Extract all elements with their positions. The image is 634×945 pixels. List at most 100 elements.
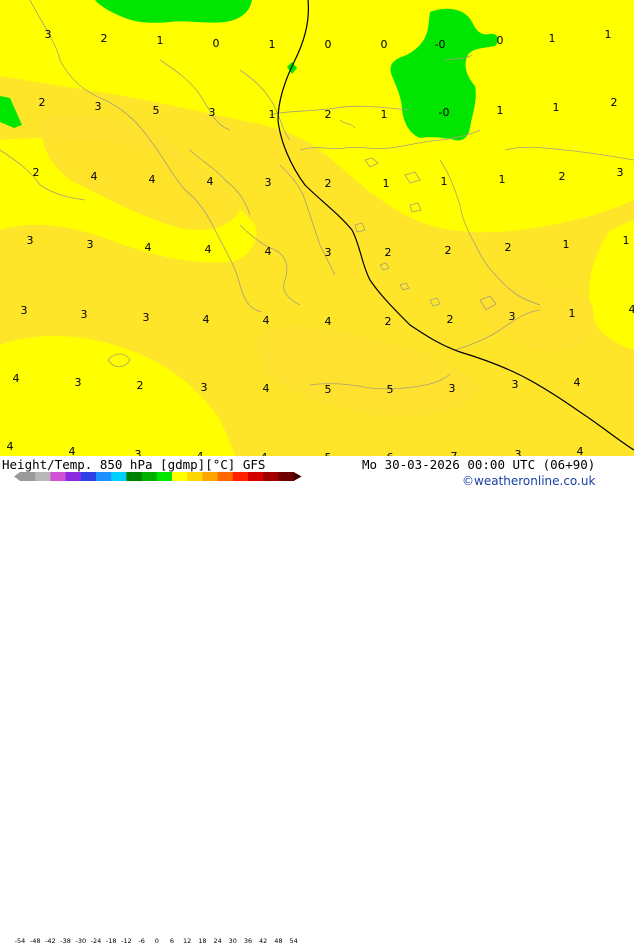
contour-value-label: 3	[81, 308, 88, 321]
contour-value-label: 3	[209, 106, 216, 119]
contour-value-label: 3	[21, 304, 28, 317]
contour-value-label: 3	[325, 246, 332, 259]
colorbar-swatch	[157, 472, 173, 481]
contour-value-label: 5	[325, 383, 332, 396]
colorbar-swatch	[233, 472, 249, 481]
contour-value-label: 2	[385, 246, 392, 259]
colorbar-swatch	[263, 472, 279, 481]
map-footer: Height/Temp. 850 hPa [gdmp][°C] GFS Mo 3…	[0, 456, 634, 490]
colorbar-tick-label: -38	[60, 937, 71, 945]
colorbar-tick-label: -6	[138, 937, 144, 945]
colorbar-swatch	[126, 472, 142, 481]
contour-value-label: 0	[213, 37, 220, 50]
temperature-map: 3 2 1 0 1 0 0 -0 0 1 1 2 3 5 3 1 2 1 -0 1 1 2 2 4 4 4 3 2 1 1 1 2 3 3 3 4 4 4…	[0, 0, 634, 456]
colorbar-tick-label: 18	[198, 937, 206, 945]
contour-value-label: 3	[143, 311, 150, 324]
colorbar-tick-label: 54	[289, 937, 297, 945]
contour-value-label: 4	[13, 372, 20, 385]
colorbar-swatch	[20, 472, 36, 481]
colorbar-swatch	[111, 472, 127, 481]
contour-value-label: -0	[439, 106, 450, 119]
contour-value-label: 4	[149, 173, 156, 186]
colorbar-swatch	[187, 472, 203, 481]
contour-value-label: 1	[269, 108, 276, 121]
contour-value-label: 3	[509, 310, 516, 323]
contour-value-label: 4	[263, 382, 270, 395]
contour-value-label: 4	[91, 170, 98, 183]
colorbar-tick-label: 48	[274, 937, 282, 945]
colorbar-tick-label: 24	[213, 937, 221, 945]
contour-value-label: 4	[205, 243, 212, 256]
colorbar-tick-label: 12	[183, 937, 191, 945]
contour-value-label: 1	[269, 38, 276, 51]
contour-value-label: 1	[497, 104, 504, 117]
contour-value-label: 4	[325, 315, 332, 328]
contour-value-label: 2	[447, 313, 454, 326]
colorbar	[14, 470, 314, 484]
contour-value-label: 0	[381, 38, 388, 51]
contour-value-label: 1	[157, 34, 164, 47]
contour-value-label: 1	[605, 28, 612, 41]
contour-value-label: 1	[441, 175, 448, 188]
contour-value-label: 3	[617, 166, 624, 179]
colorbar-swatch	[142, 472, 158, 481]
contour-value-label: 3	[449, 382, 456, 395]
contour-value-label: 4	[7, 440, 14, 453]
contour-value-label: 1	[553, 101, 560, 114]
contour-value-label: 4	[145, 241, 152, 254]
colorbar-tick-label: 6	[170, 937, 174, 945]
colorbar-tick-label: -54	[15, 937, 26, 945]
contour-value-label: 3	[45, 28, 52, 41]
contour-value-label: 2	[101, 32, 108, 45]
colorbar-swatch	[66, 472, 82, 481]
colorbar-swatch	[172, 472, 188, 481]
contour-value-label: 3	[515, 448, 522, 456]
contour-value-label: 1	[623, 234, 630, 247]
contour-value-label: 2	[505, 241, 512, 254]
valid-time: Mo 30-03-2026 00:00 UTC (06+90)	[362, 458, 595, 472]
colorbar-tick-label: -24	[91, 937, 102, 945]
contour-value-label: 3	[87, 238, 94, 251]
colorbar-tick-label: -48	[30, 937, 41, 945]
colorbar-tick-label: -12	[121, 937, 132, 945]
contour-value-label: 4	[629, 303, 634, 316]
contour-value-label: 3	[201, 381, 208, 394]
contour-value-label: 4	[574, 376, 581, 389]
credit-link[interactable]: ©weatheronline.co.uk	[462, 474, 595, 488]
colorbar-swatch	[248, 472, 264, 481]
contour-value-label: 1	[569, 307, 576, 320]
colorbar-ticks: -54-48-42-38-30-24-18-12-606121824303642…	[20, 937, 310, 945]
colorbar-tick-label: 36	[244, 937, 252, 945]
colorbar-tick-label: 30	[229, 937, 237, 945]
contour-value-label: 2	[137, 379, 144, 392]
colorbar-swatch	[50, 472, 66, 481]
colorbar-tick-label: -18	[106, 937, 117, 945]
contour-value-label: 4	[577, 445, 584, 456]
contour-value-label: 2	[611, 96, 618, 109]
contour-value-label: 3	[265, 176, 272, 189]
contour-value-label: 4	[69, 445, 76, 456]
colorbar-tick-label: -30	[75, 937, 86, 945]
contour-value-label: 2	[445, 244, 452, 257]
contour-value-label: 2	[39, 96, 46, 109]
contour-value-label: 3	[75, 376, 82, 389]
contour-value-label: 0	[325, 38, 332, 51]
colorbar-arrow-right	[294, 472, 302, 481]
contour-value-label: 1	[383, 177, 390, 190]
colorbar-swatch	[278, 472, 294, 481]
contour-value-label: 3	[512, 378, 519, 391]
contour-value-label: 2	[325, 177, 332, 190]
contour-value-label: 2	[559, 170, 566, 183]
contour-value-label: 4	[207, 175, 214, 188]
contour-value-label: 1	[563, 238, 570, 251]
contour-value-label: 3	[95, 100, 102, 113]
contour-value-label: 4	[263, 314, 270, 327]
contour-value-label: -0	[435, 38, 446, 51]
colorbar-tick-label: 0	[155, 937, 159, 945]
weather-map-viewer: 3 2 1 0 1 0 0 -0 0 1 1 2 3 5 3 1 2 1 -0 1 1 2 2 4 4 4 3 2 1 1 1 2 3 3 3 4 4 4…	[0, 0, 634, 490]
colorbar-tick-label: 42	[259, 937, 267, 945]
contour-value-label: 0	[497, 34, 504, 47]
colorbar-swatch	[35, 472, 51, 481]
contour-value-label: 2	[385, 315, 392, 328]
colorbar-swatch	[81, 472, 97, 481]
